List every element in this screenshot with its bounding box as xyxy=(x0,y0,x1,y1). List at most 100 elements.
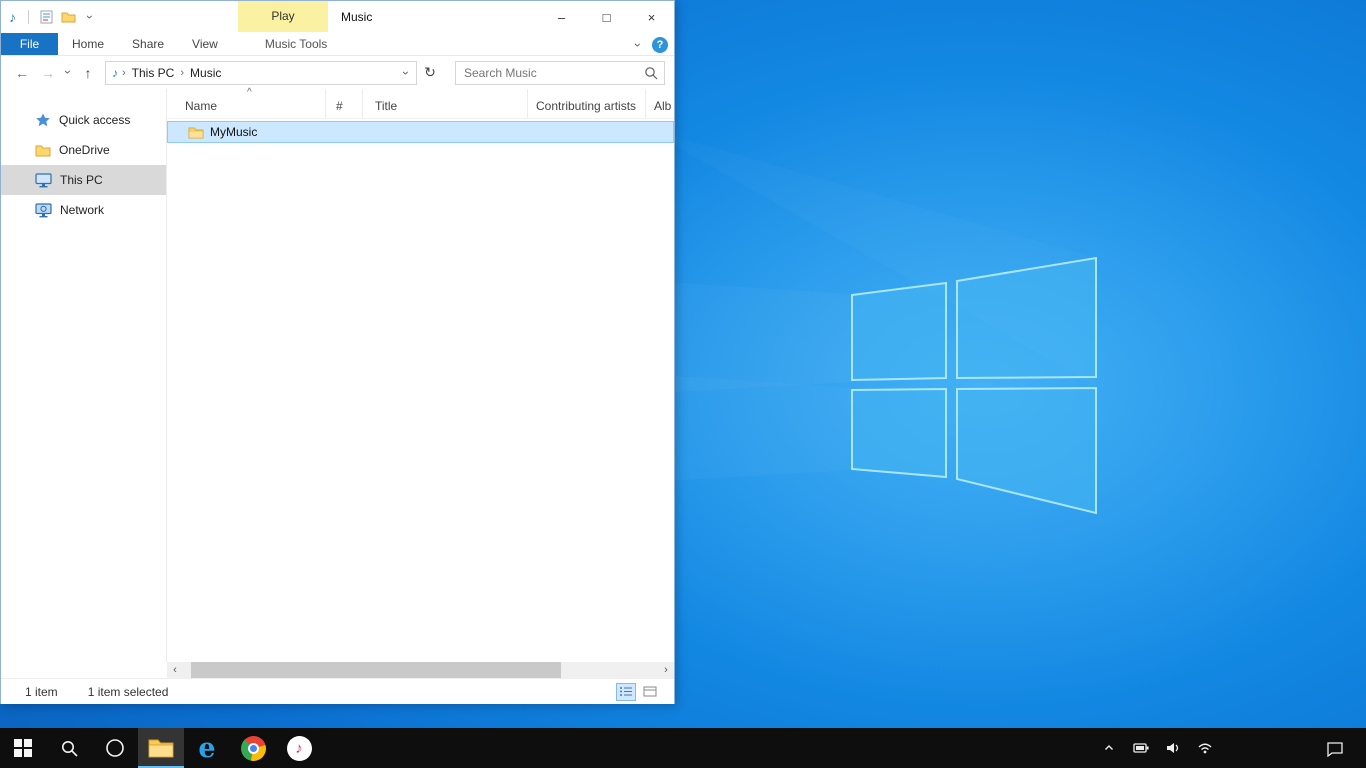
cortana-circle-icon xyxy=(105,738,125,758)
forward-button[interactable]: → xyxy=(35,60,61,86)
ribbon-tab-row: File Home Share View Music Tools › ? xyxy=(1,33,674,56)
back-button[interactable]: ← xyxy=(9,60,35,86)
address-dropdown-button[interactable]: › xyxy=(396,65,416,80)
column-headers: ^ Name # Title Contributing artists Alb xyxy=(167,89,674,119)
music-app-icon: ♪ xyxy=(287,736,312,761)
search-input[interactable] xyxy=(456,62,664,84)
sidebar-item-network[interactable]: Network xyxy=(1,195,166,225)
network-tray-button[interactable] xyxy=(1194,728,1216,768)
system-tray xyxy=(1098,728,1216,768)
sidebar-item-quick-access[interactable]: Quick access xyxy=(1,105,166,135)
volume-tray-button[interactable] xyxy=(1162,728,1184,768)
tab-music-tools[interactable]: Music Tools xyxy=(251,33,341,55)
address-bar-row: ← → › ↑ ♪ › This PC › Music › ↻ xyxy=(1,56,674,89)
music-note-location-icon: ♪ xyxy=(112,66,118,80)
taskbar-edge-button[interactable]: e xyxy=(184,728,230,768)
sidebar-item-label: This PC xyxy=(60,173,103,187)
sort-ascending-icon: ^ xyxy=(247,87,252,98)
file-explorer-window: ♪ › Play Music – xyxy=(0,0,675,704)
properties-icon xyxy=(40,10,53,24)
cortana-button[interactable] xyxy=(92,728,138,768)
battery-icon xyxy=(1133,740,1150,756)
up-button[interactable]: ↑ xyxy=(75,60,101,86)
column-header-number[interactable]: # xyxy=(326,89,363,118)
windows-logo-icon xyxy=(14,739,32,757)
star-icon xyxy=(35,112,51,128)
sidebar-item-label: OneDrive xyxy=(59,143,110,157)
close-button[interactable]: × xyxy=(629,1,674,33)
qat-separator xyxy=(28,10,29,24)
music-note-glyph: ♪ xyxy=(295,740,303,757)
computer-monitor-icon xyxy=(35,172,52,188)
qat-new-folder-button[interactable] xyxy=(57,5,79,29)
speaker-icon xyxy=(1165,740,1181,756)
status-bar: 1 item 1 item selected xyxy=(1,678,674,704)
titlebar: ♪ › Play Music – xyxy=(1,1,674,33)
scroll-left-arrow[interactable]: ‹ xyxy=(167,664,183,676)
search-icon[interactable] xyxy=(644,66,659,81)
desktop: ♪ › Play Music – xyxy=(0,0,1366,768)
taskbar-search-button[interactable] xyxy=(46,728,92,768)
details-view-button[interactable] xyxy=(616,683,636,701)
chevron-up-icon xyxy=(1103,742,1115,754)
chrome-browser-icon xyxy=(241,736,266,761)
taskbar-music-app-button[interactable]: ♪ xyxy=(276,728,322,768)
taskbar: e ♪ xyxy=(0,728,1366,768)
folder-icon xyxy=(188,126,204,139)
main-content: Quick access OneDrive This PC xyxy=(1,89,674,662)
window-title: Music xyxy=(341,1,372,33)
show-hidden-icons-button[interactable] xyxy=(1098,728,1120,768)
chevron-down-icon: › xyxy=(400,71,412,75)
network-monitor-icon xyxy=(35,202,52,218)
scrollbar-thumb[interactable] xyxy=(191,662,561,678)
search-icon xyxy=(60,739,79,758)
tab-share[interactable]: Share xyxy=(118,33,178,55)
tab-file[interactable]: File xyxy=(1,33,58,55)
sidebar-item-label: Network xyxy=(60,203,104,217)
start-button[interactable] xyxy=(0,728,46,768)
edge-browser-icon: e xyxy=(198,735,215,762)
chevron-down-icon: › xyxy=(632,43,644,47)
music-tools-play-tab[interactable]: Play xyxy=(238,1,328,32)
large-icons-view-button[interactable] xyxy=(640,683,660,701)
ribbon-right-controls: › ? xyxy=(636,33,668,56)
file-list-pane: ^ Name # Title Contributing artists Alb … xyxy=(166,89,674,662)
help-button[interactable]: ? xyxy=(652,37,668,53)
item-count: 1 item xyxy=(25,685,58,699)
scroll-right-arrow[interactable]: › xyxy=(658,664,674,676)
column-header-title[interactable]: Title xyxy=(363,89,528,118)
sidebar-item-this-pc[interactable]: This PC xyxy=(1,165,166,195)
breadcrumb-music[interactable]: Music xyxy=(184,66,227,80)
horizontal-scrollbar[interactable]: ‹ › xyxy=(167,662,674,678)
sidebar-item-label: Quick access xyxy=(59,113,130,127)
wifi-icon xyxy=(1197,740,1213,756)
column-header-contributing-artists[interactable]: Contributing artists xyxy=(528,89,646,118)
maximize-button[interactable]: □ xyxy=(584,1,629,33)
column-header-album[interactable]: Alb xyxy=(646,89,674,118)
action-center-button[interactable] xyxy=(1312,728,1358,768)
music-note-app-icon: ♪ xyxy=(9,9,16,25)
taskbar-chrome-button[interactable] xyxy=(230,728,276,768)
refresh-button[interactable]: ↻ xyxy=(417,61,443,85)
sidebar-item-onedrive[interactable]: OneDrive xyxy=(1,135,166,165)
action-center-icon xyxy=(1326,740,1344,757)
recent-locations-dropdown[interactable]: › xyxy=(61,60,75,86)
new-folder-icon xyxy=(61,11,76,23)
navigation-pane: Quick access OneDrive This PC xyxy=(1,89,166,662)
taskbar-file-explorer-button[interactable] xyxy=(138,728,184,768)
breadcrumb-this-pc[interactable]: This PC xyxy=(126,66,181,80)
collapse-ribbon-button[interactable]: › xyxy=(636,37,640,52)
tab-home[interactable]: Home xyxy=(58,33,118,55)
battery-tray-button[interactable] xyxy=(1130,728,1152,768)
minimize-button[interactable]: – xyxy=(539,1,584,33)
selection-count: 1 item selected xyxy=(88,685,169,699)
address-bar[interactable]: ♪ › This PC › Music › xyxy=(105,61,417,85)
chevron-down-icon: › xyxy=(84,15,96,19)
tab-view[interactable]: View xyxy=(178,33,232,55)
qat-customize-dropdown[interactable]: › xyxy=(79,5,101,29)
chevron-down-icon: › xyxy=(62,70,74,74)
window-controls: – □ × xyxy=(539,1,674,33)
view-toggles xyxy=(616,683,660,701)
file-row-mymusic[interactable]: MyMusic xyxy=(167,121,674,143)
qat-properties-button[interactable] xyxy=(35,5,57,29)
